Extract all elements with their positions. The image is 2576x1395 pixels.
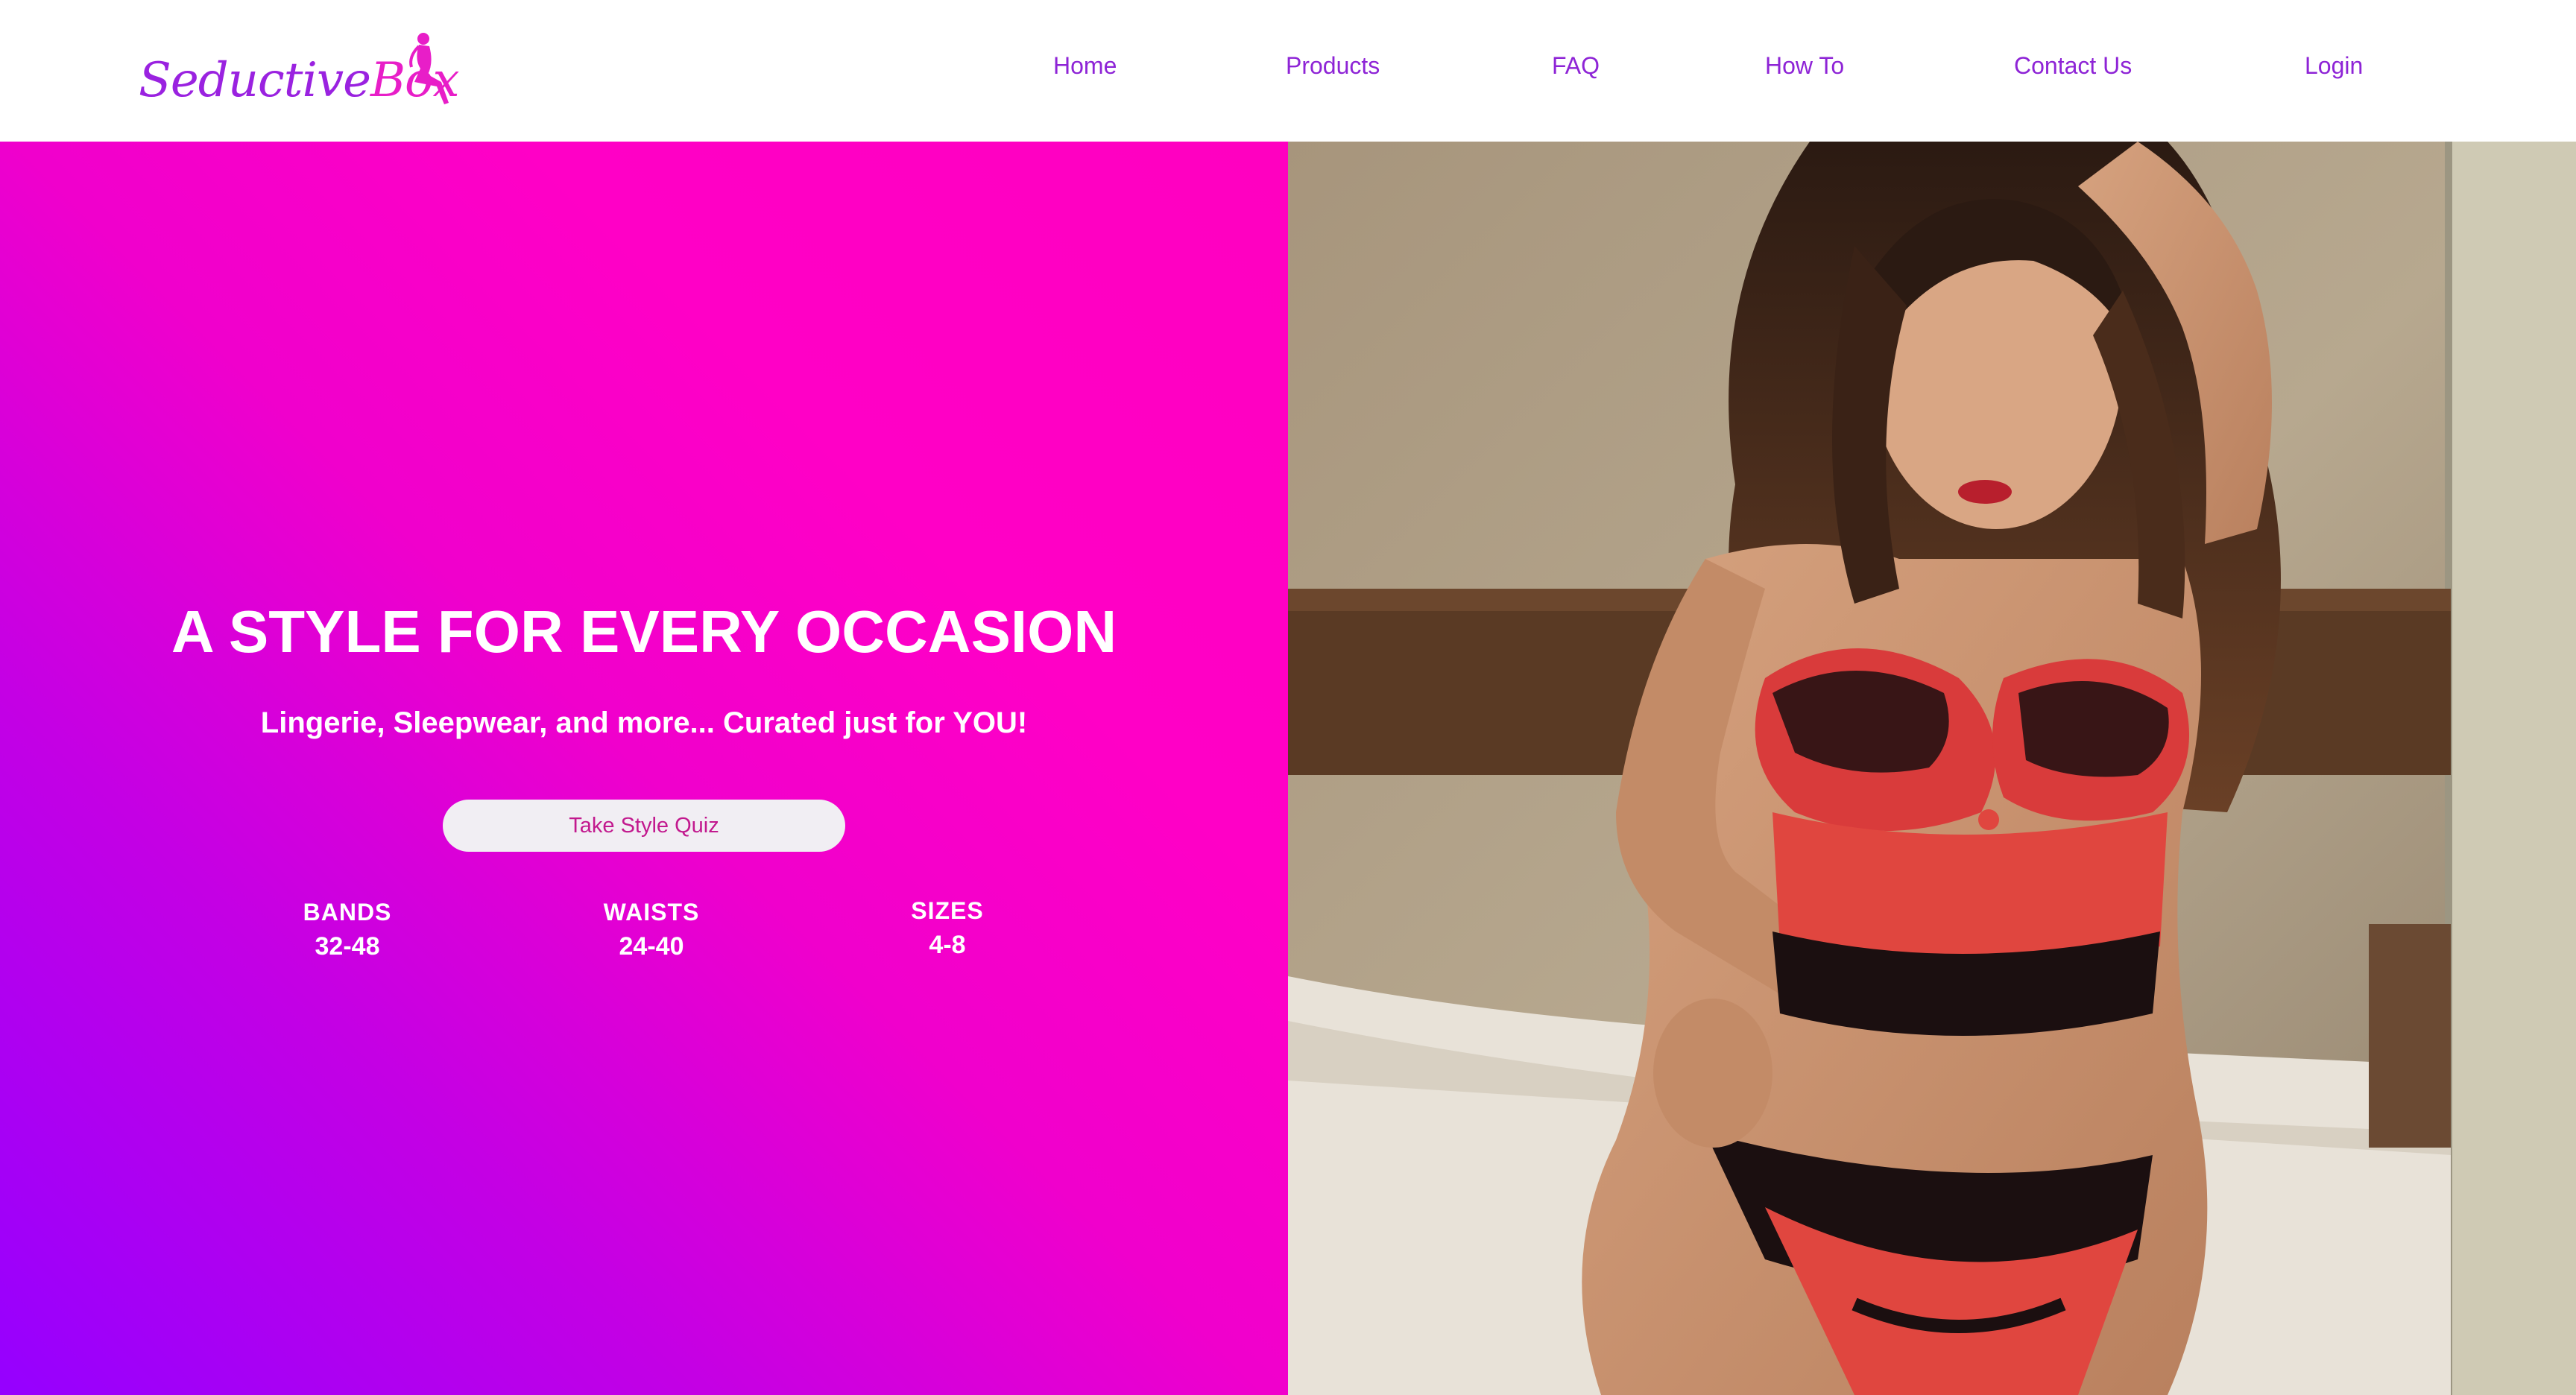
stat-value: 4-8	[929, 931, 966, 959]
stat-value: 24-40	[619, 932, 684, 961]
hero-panel: A STYLE FOR EVERY OCCASION Lingerie, Sle…	[0, 142, 1288, 1395]
take-style-quiz-button[interactable]: Take Style Quiz	[443, 800, 845, 852]
hero-title: A STYLE FOR EVERY OCCASION	[171, 598, 1117, 665]
nav-login[interactable]: Login	[2305, 52, 2363, 80]
lingerie-model-photo-icon	[1288, 142, 2576, 1395]
hero-subtitle: Lingerie, Sleepwear, and more... Curated…	[260, 706, 1028, 739]
stat-bands: BANDS 32-48	[236, 899, 459, 961]
stat-label: BANDS	[303, 899, 392, 926]
stat-label: WAISTS	[603, 899, 700, 926]
nav-contact-us[interactable]: Contact Us	[2014, 52, 2132, 80]
site-header: SeductiveBox Home Products FAQ How To Co…	[0, 0, 2576, 142]
nav-faq[interactable]: FAQ	[1552, 52, 1600, 80]
nav-products[interactable]: Products	[1286, 52, 1380, 80]
stat-label: SIZES	[911, 897, 984, 924]
stat-waists: WAISTS 24-40	[540, 899, 763, 961]
stat-sizes: SIZES 4-8	[836, 897, 1059, 960]
hero-photo	[1288, 142, 2576, 1395]
nav-home[interactable]: Home	[1053, 52, 1117, 80]
stat-value: 32-48	[315, 932, 380, 961]
main-nav: Home Products FAQ How To Contact Us Logi…	[0, 52, 2576, 89]
nav-how-to[interactable]: How To	[1765, 52, 1844, 80]
